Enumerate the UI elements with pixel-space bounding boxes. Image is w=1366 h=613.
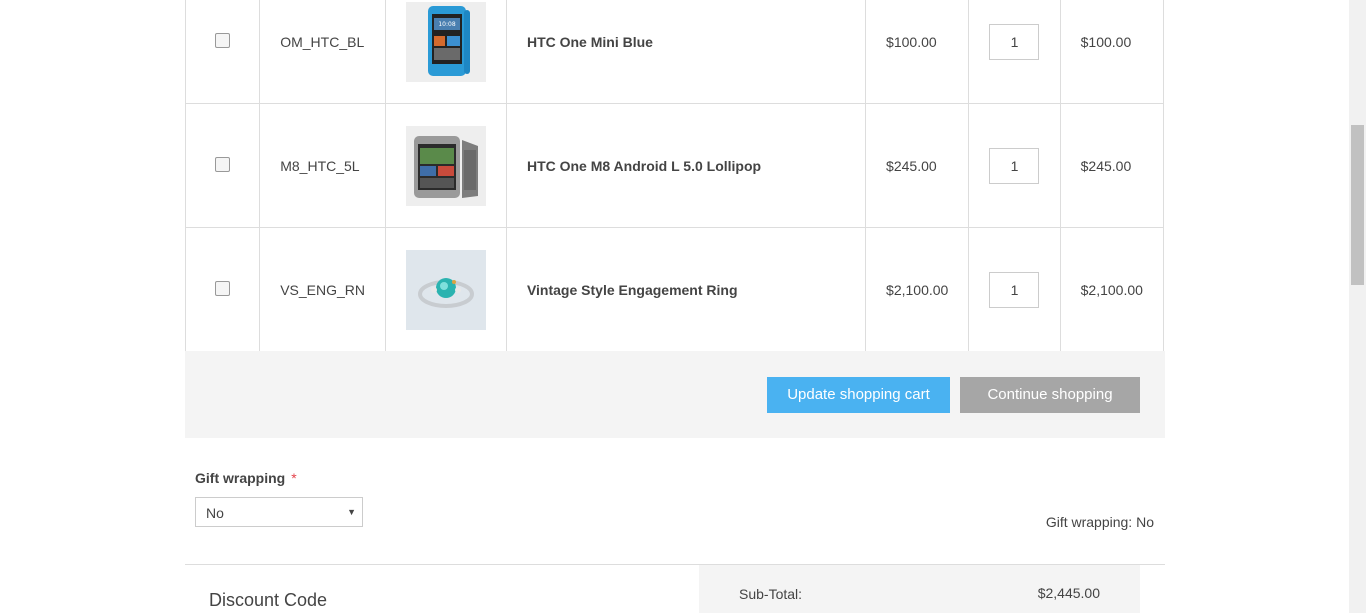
select-cell — [184, 227, 261, 352]
product-name-link[interactable]: Vintage Style Engagement Ring — [505, 227, 867, 352]
picture-cell — [384, 103, 507, 228]
discount-code-title: Discount Code — [209, 590, 328, 610]
subtotal-label: Sub-Total: — [739, 586, 803, 602]
sku-cell: OM_HTC_BL — [259, 0, 386, 104]
required-mark: * — [291, 470, 297, 486]
quantity-input[interactable]: 1 — [989, 147, 1040, 184]
qty-cell: 1 — [968, 0, 1061, 104]
cart-actions: Update shopping cart Continue shopping — [185, 351, 1165, 438]
line-total: $100.00 — [1059, 0, 1165, 104]
select-checkbox[interactable] — [215, 156, 231, 172]
scrollbar-thumb[interactable] — [1351, 125, 1364, 285]
select-cell — [184, 0, 261, 104]
gift-wrapping-label: Gift wrapping * — [195, 470, 297, 486]
quantity-input[interactable]: 1 — [989, 271, 1040, 308]
line-total: $2,100.00 — [1059, 227, 1165, 352]
blue-phone-thumbnail-icon[interactable]: 10:08 — [405, 2, 486, 82]
unit-price: $245.00 — [865, 103, 970, 228]
continue-shopping-button[interactable]: Continue shopping — [960, 377, 1140, 413]
svg-text:10:08: 10:08 — [438, 21, 455, 28]
qty-cell: 1 — [968, 103, 1061, 228]
picture-cell — [384, 227, 507, 352]
unit-price: $100.00 — [865, 0, 970, 104]
page-scrollbar[interactable] — [1349, 0, 1366, 613]
dropdown-arrow-icon: ▼ — [347, 507, 356, 517]
gray-phone-thumbnail-icon[interactable] — [405, 125, 486, 206]
qty-cell: 1 — [968, 227, 1061, 352]
order-totals: Sub-Total: $2,445.00 — [699, 565, 1140, 613]
table-row: OM_HTC_BL 10:08 HTC One Mini Blue $100.0… — [184, 0, 1165, 104]
product-name-link[interactable]: HTC One Mini Blue — [505, 0, 867, 104]
gift-wrapping-label-text: Gift wrapping — [195, 470, 286, 486]
select-checkbox[interactable] — [215, 280, 231, 296]
ring-thumbnail-icon[interactable] — [405, 249, 486, 330]
line-total: $245.00 — [1059, 103, 1165, 228]
cart-table: OM_HTC_BL 10:08 HTC One Mini Blue $100.0… — [184, 0, 1165, 352]
picture-cell: 10:08 — [384, 0, 507, 104]
gift-wrapping-summary: Gift wrapping: No — [1045, 514, 1154, 530]
select-cell — [184, 103, 261, 228]
gift-wrapping-select[interactable]: No ▼ — [195, 497, 363, 527]
table-row: M8_HTC_5L HTC One M8 Android L 5.0 Lolli… — [184, 103, 1165, 228]
sku-cell: VS_ENG_RN — [259, 227, 386, 352]
unit-price: $2,100.00 — [865, 227, 970, 352]
select-checkbox[interactable] — [215, 33, 231, 48]
subtotal-value: $2,445.00 — [1037, 585, 1100, 601]
sku-cell: M8_HTC_5L — [259, 103, 386, 228]
gift-wrapping-selected-value: No — [206, 505, 224, 521]
update-cart-button[interactable]: Update shopping cart — [767, 377, 950, 413]
table-row: VS_ENG_RN Vintage Style Engagement Ring … — [184, 227, 1165, 352]
product-name-link[interactable]: HTC One M8 Android L 5.0 Lollipop — [505, 103, 867, 228]
quantity-input[interactable]: 1 — [989, 24, 1040, 60]
